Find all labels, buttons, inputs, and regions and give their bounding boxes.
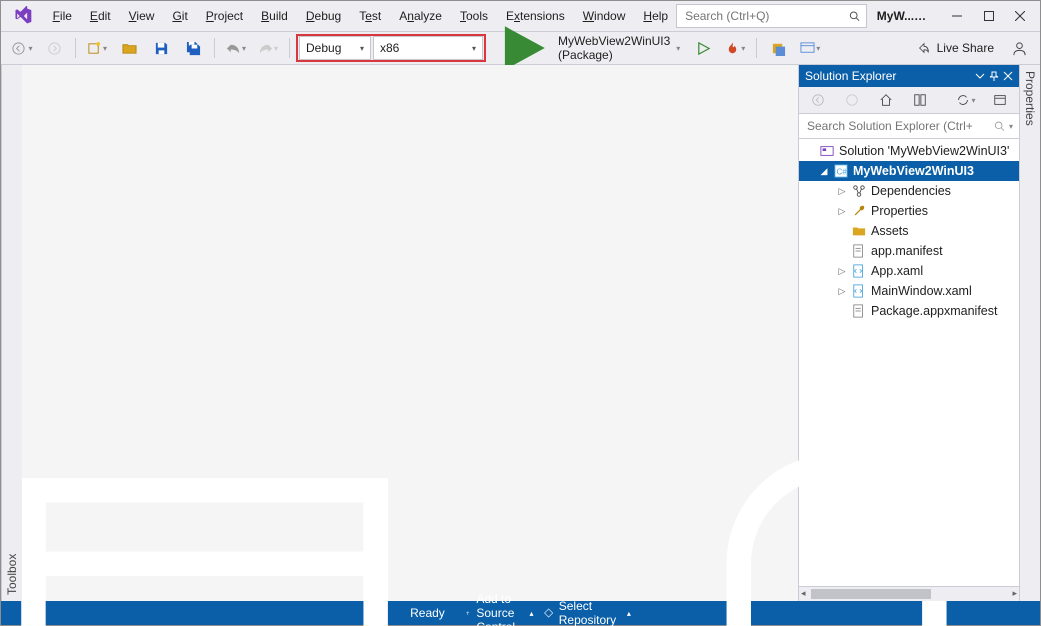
se-refresh-button[interactable] [985, 88, 1015, 112]
xaml-icon [851, 263, 867, 279]
global-search-input[interactable] [683, 8, 845, 24]
tree-node-assets[interactable]: Assets [799, 221, 1019, 241]
live-share-label: Live Share [937, 41, 994, 55]
hot-reload-button[interactable]: ▾ [720, 36, 750, 60]
menu-debug[interactable]: Debug [298, 5, 349, 27]
tree-label: MainWindow.xaml [871, 284, 972, 298]
tree-label: Dependencies [871, 184, 951, 198]
menu-analyze[interactable]: Analyze [391, 5, 450, 27]
manifest-icon [851, 303, 867, 319]
solution-explorer-search-input[interactable] [805, 118, 994, 134]
manifest-icon [851, 243, 867, 259]
solution-explorer-toolbar: ▾ ⋯ [799, 87, 1019, 114]
menu-file[interactable]: File [45, 5, 80, 27]
tree-label: Assets [871, 224, 909, 238]
se-back-button[interactable] [803, 88, 833, 112]
config-platform-highlight: Debug ▾ x86 ▾ [296, 34, 486, 62]
nav-forward-button[interactable] [39, 36, 69, 60]
tree-label: app.manifest [871, 244, 943, 258]
add-to-source-control-button[interactable]: Add to Source Control ▴ [465, 592, 534, 626]
csproj-icon: C# [833, 163, 849, 179]
solution-explorer-hscrollbar[interactable]: ◂▸ [799, 586, 1019, 601]
folder-icon [851, 223, 867, 239]
solution-explorer-title-bar[interactable]: Solution Explorer [799, 65, 1019, 87]
window-maximize-button[interactable] [973, 2, 1004, 30]
toolbar-button-b[interactable]: ▾ [795, 36, 825, 60]
tree-node-app-manifest[interactable]: app.manifest [799, 241, 1019, 261]
se-sync-button[interactable]: ▾ [951, 88, 981, 112]
project-name: MyW...UI3 [877, 9, 932, 23]
account-button[interactable] [1004, 36, 1034, 60]
menu-git[interactable]: Git [164, 5, 195, 27]
window-minimize-button[interactable] [942, 2, 973, 30]
search-icon [994, 120, 1005, 132]
tree-node-mainwindow-xaml[interactable]: ▷ MainWindow.xaml [799, 281, 1019, 301]
sb-repo-label: Select Repository [559, 599, 621, 626]
live-share-button[interactable]: Live Share [909, 41, 1002, 55]
start-without-debugging-button[interactable] [688, 36, 718, 60]
main-toolbar: ▾ ▾ ▾ ▾ Debug ▾ x86 ▾ MyWebView2WinUI3 (… [1, 32, 1040, 65]
solution-icon [819, 143, 835, 159]
run-target-label: MyWebView2WinUI3 (Package) [558, 34, 670, 62]
solution-explorer-search[interactable]: ▾ [799, 114, 1019, 139]
pane-pin-icon[interactable] [989, 71, 999, 81]
search-icon [849, 10, 860, 22]
platform-dropdown[interactable]: x86 ▾ [373, 36, 483, 60]
window-close-button[interactable] [1005, 2, 1036, 30]
pane-close-icon[interactable] [1003, 71, 1013, 81]
save-button[interactable] [146, 36, 176, 60]
redo-button[interactable]: ▾ [253, 36, 283, 60]
tree-node-package-manifest[interactable]: Package.appxmanifest [799, 301, 1019, 321]
status-output-icon[interactable] [9, 417, 400, 626]
solution-label: Solution 'MyWebView2WinUI3' [839, 144, 1009, 158]
se-switch-views-button[interactable] [905, 88, 935, 112]
dependencies-icon [851, 183, 867, 199]
tree-node-app-xaml[interactable]: ▷ App.xaml [799, 261, 1019, 281]
solution-node[interactable]: Solution 'MyWebView2WinUI3' [799, 141, 1019, 161]
toolbar-button-a[interactable] [763, 36, 793, 60]
xaml-icon [851, 283, 867, 299]
tree-node-dependencies[interactable]: ▷ Dependencies [799, 181, 1019, 201]
configuration-dropdown[interactable]: Debug ▾ [299, 36, 371, 60]
menu-project[interactable]: Project [198, 5, 251, 27]
status-ready: Ready [410, 606, 445, 620]
save-all-button[interactable] [178, 36, 208, 60]
se-home-button[interactable] [871, 88, 901, 112]
global-search[interactable] [676, 4, 867, 28]
se-forward-button[interactable] [837, 88, 867, 112]
solution-explorer-title: Solution Explorer [805, 69, 896, 83]
tree-label: Properties [871, 204, 928, 218]
svg-text:C#: C# [837, 168, 848, 177]
visual-studio-logo-icon [11, 4, 35, 28]
wrench-icon [851, 203, 867, 219]
sb-source-control-label: Add to Source Control [476, 592, 523, 626]
tree-label: App.xaml [871, 264, 923, 278]
menu-edit[interactable]: Edit [82, 5, 119, 27]
platform-value: x86 [380, 41, 399, 55]
tree-node-properties[interactable]: ▷ Properties [799, 201, 1019, 221]
project-label: MyWebView2WinUI3 [853, 164, 974, 178]
select-repository-button[interactable]: Select Repository ▴ [544, 599, 631, 626]
pane-dropdown-icon[interactable] [975, 71, 985, 81]
menu-view[interactable]: View [121, 5, 163, 27]
menu-build[interactable]: Build [253, 5, 296, 27]
nav-back-button[interactable]: ▾ [7, 36, 37, 60]
tree-label: Package.appxmanifest [871, 304, 997, 318]
toolbox-tab[interactable]: Toolbox [1, 65, 22, 601]
new-item-button[interactable]: ▾ [82, 36, 112, 60]
configuration-value: Debug [306, 41, 341, 55]
project-node[interactable]: ◢ C# MyWebView2WinUI3 [799, 161, 1019, 181]
menu-test[interactable]: Test [351, 5, 389, 27]
open-file-button[interactable] [114, 36, 144, 60]
undo-button[interactable]: ▾ [221, 36, 251, 60]
status-bar: Ready Add to Source Control ▴ Select Rep… [1, 601, 1040, 625]
